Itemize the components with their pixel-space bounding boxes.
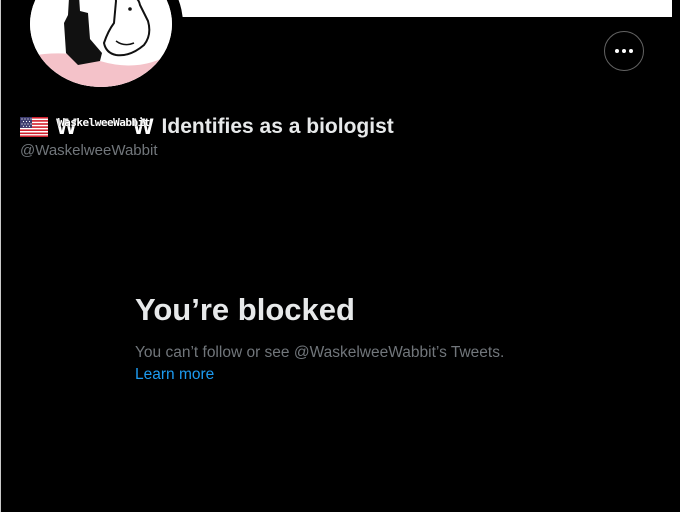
blocked-description: You can’t follow or see @WaskelweeWabbit…: [135, 344, 505, 361]
more-horizontal-icon: [614, 49, 635, 53]
us-flag-icon: [20, 117, 48, 137]
blocked-title: You’re blocked: [135, 292, 355, 327]
profile-banner[interactable]: [150, 0, 672, 17]
bunny-avatar-icon: [30, 0, 172, 87]
profile-handle: @WaskelweeWabbit: [20, 142, 158, 159]
display-name-row: WW WaskelweeWabbit Identifies as a biolo…: [20, 113, 394, 141]
avatar[interactable]: [19, 0, 183, 98]
avatar-image: [27, 0, 175, 90]
window-border-left: [0, 0, 1, 512]
more-options-button[interactable]: [604, 31, 644, 71]
display-name-suffix: Identifies as a biologist: [161, 115, 394, 138]
profile-page: WW WaskelweeWabbit Identifies as a biolo…: [0, 0, 680, 512]
display-name-stylized: WW WaskelweeWabbit: [56, 114, 154, 139]
display-name-overlay-text: WaskelweeWabbit: [58, 116, 150, 129]
learn-more-link[interactable]: Learn more: [135, 366, 214, 384]
